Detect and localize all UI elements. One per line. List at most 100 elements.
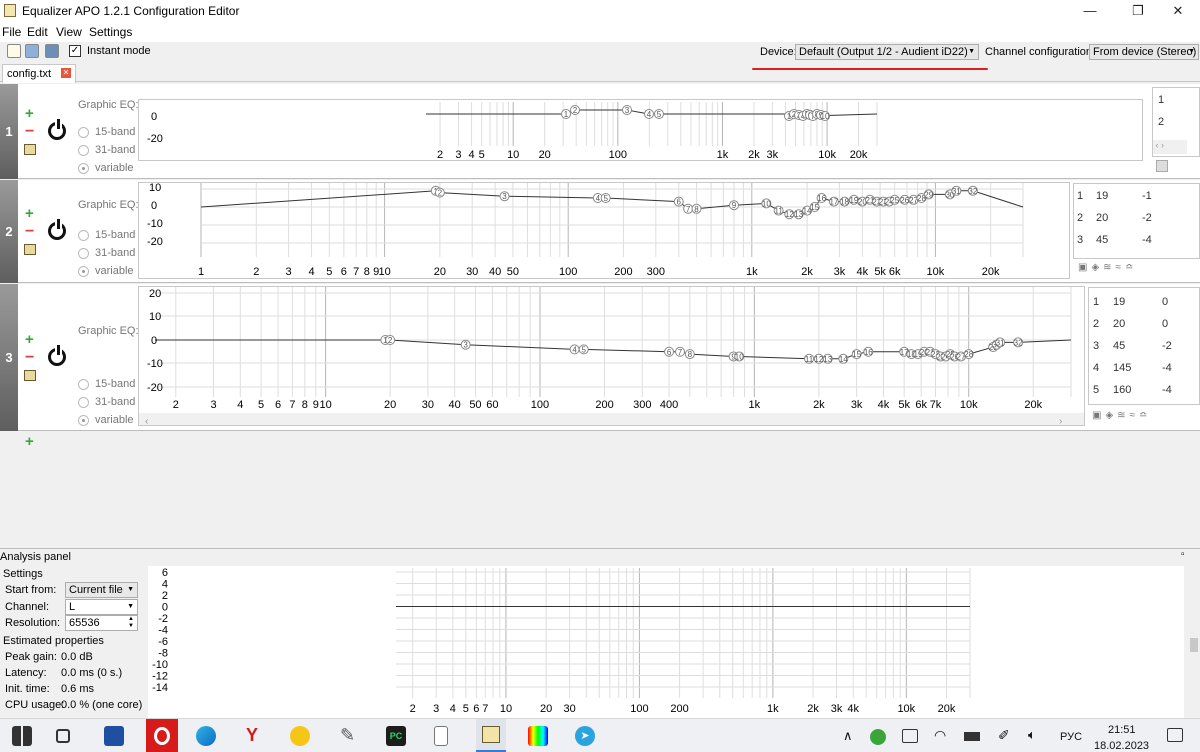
remove-filter-icon[interactable]: − <box>25 124 34 140</box>
scrollbar-v[interactable] <box>1188 566 1200 718</box>
power-icon[interactable] <box>48 219 66 240</box>
language-indicator[interactable]: РУС <box>1060 731 1082 743</box>
remove-filter-icon[interactable]: − <box>25 224 34 240</box>
table-tool-icons[interactable]: ▣◈≋≈≏ <box>1078 262 1188 274</box>
device-select[interactable]: Default (Output 1/2 - Audient iD22) ▼ <box>795 44 979 60</box>
eq-graph-3[interactable]: 1234567891011121314151617181920212223242… <box>138 286 1085 426</box>
menu-view[interactable]: View <box>56 25 82 39</box>
x-tick: 1 <box>198 266 204 278</box>
notification-icon[interactable] <box>1167 728 1183 742</box>
feather-icon[interactable]: ✎ <box>340 725 355 746</box>
chevron-up-icon[interactable]: ∧ <box>843 728 853 744</box>
new-file-icon[interactable] <box>7 44 21 58</box>
add-filter-icon[interactable]: + <box>25 106 34 121</box>
channel-config-select[interactable]: From device (Stereo) ▼ <box>1089 44 1199 60</box>
menu-edit[interactable]: Edit <box>27 25 48 39</box>
analysis-settings: Settings Start from: Current file ▼ Chan… <box>0 564 146 718</box>
radio-variable[interactable] <box>78 163 89 174</box>
add-filter-icon[interactable]: + <box>25 206 34 221</box>
wifi-icon[interactable]: ◠ <box>934 727 946 744</box>
remove-filter-icon[interactable]: − <box>25 350 34 366</box>
save-file-icon[interactable] <box>45 44 59 58</box>
tray-app-icon[interactable] <box>870 729 886 745</box>
spin-arrows-icon[interactable]: ▲ ▼ <box>128 616 134 630</box>
x-tick: 10k <box>927 266 945 278</box>
add-filter-icon[interactable]: + <box>25 332 34 347</box>
tab-bar: config.txt ✕ <box>0 62 1200 83</box>
eq-graph-2[interactable]: 1234567891011121314151617181920212223242… <box>138 182 1070 279</box>
close-icon[interactable]: ✕ <box>61 68 71 78</box>
volume-icon[interactable]: 🔈︎ <box>1028 727 1036 743</box>
tab-config[interactable]: config.txt ✕ <box>2 64 76 83</box>
band-table-3[interactable]: 1 19 0 2 20 0 3 45 -2 4 145 -4 5 160 -4 <box>1088 287 1200 405</box>
photo-app-icon[interactable] <box>528 726 548 746</box>
eq-graph-1[interactable]: 1234512345678910 0 -20 234510201001k2k3k… <box>138 99 1143 161</box>
add-filter-icon[interactable]: + <box>25 434 34 449</box>
band-table-2[interactable]: 1 19 -1 2 20 -2 3 45 -4 <box>1073 183 1200 259</box>
resolution-spinbox[interactable]: 65536 ▲ ▼ <box>65 615 138 631</box>
close-button[interactable]: ✕ <box>1156 0 1200 22</box>
power-icon[interactable] <box>48 119 66 140</box>
task-view-icon[interactable] <box>56 729 70 743</box>
open-file-icon[interactable] <box>25 44 39 58</box>
clock-date[interactable]: 18.02.2023 <box>1094 740 1149 752</box>
edit-icon[interactable] <box>24 370 36 381</box>
band-table-1[interactable]: 1 2 ‹ › <box>1152 87 1200 157</box>
notepad-icon[interactable] <box>476 719 506 752</box>
battery-icon[interactable] <box>964 732 980 741</box>
windows-start-icon[interactable] <box>12 726 32 746</box>
file-icon[interactable] <box>434 726 448 746</box>
analysis-graph[interactable]: 6420-2-4-6-8-10-12-14 2 3 4 5 6 7 10 20 30 100 200… <box>148 566 1184 718</box>
table-cell: -2 <box>1162 340 1172 352</box>
power-icon[interactable] <box>48 345 66 366</box>
pycharm-icon[interactable]: PC <box>386 726 406 746</box>
lock-icon[interactable] <box>1156 160 1168 172</box>
edge-icon[interactable] <box>196 726 216 746</box>
radio-15-band[interactable] <box>78 379 89 390</box>
clock-time[interactable]: 21:51 <box>1108 724 1136 736</box>
yandex-icon[interactable]: Y <box>246 725 258 746</box>
instant-mode-checkbox[interactable]: ✓ <box>69 45 81 57</box>
radio-31-band[interactable] <box>78 248 89 259</box>
eq-node-label: 2 <box>438 189 443 198</box>
menu-file[interactable]: File <box>2 25 21 39</box>
scroll-left-icon[interactable]: ‹ <box>145 416 148 426</box>
eq-node-label: 15 <box>852 350 861 359</box>
edit-icon[interactable] <box>24 144 36 155</box>
radio-variable[interactable] <box>78 415 89 426</box>
scrollbar-h[interactable]: ‹ › <box>1153 140 1187 154</box>
scrollbar-h[interactable] <box>139 413 1085 426</box>
x-tick: 20 <box>434 266 446 278</box>
radio-15-band[interactable] <box>78 127 89 138</box>
scroll-right-icon[interactable]: › <box>1059 416 1062 426</box>
save-app-icon[interactable] <box>104 726 124 746</box>
radio-variable-label: variable <box>95 265 134 277</box>
x-tick: 6k <box>889 266 901 278</box>
opera-icon[interactable] <box>146 719 178 752</box>
radio-15-band[interactable] <box>78 230 89 241</box>
eq-node-label: 6 <box>667 348 672 357</box>
x-tick: 400 <box>660 399 678 411</box>
start-from-select[interactable]: Current file ▼ <box>65 582 138 598</box>
eq-node-label: 32 <box>968 187 977 196</box>
menu-settings[interactable]: Settings <box>89 25 132 39</box>
radio-variable[interactable] <box>78 266 89 277</box>
taskbar: Y ✎ PC ➤ ∧ ◠ ✐ 🔈︎ РУС 21:51 18.02.2023 <box>0 718 1200 752</box>
undock-icon[interactable]: ▫ <box>1181 549 1185 560</box>
tray-monitor-icon[interactable] <box>902 729 918 743</box>
telegram-icon[interactable]: ➤ <box>575 726 595 746</box>
eq-node-label: 31 <box>996 338 1005 347</box>
eq-node-label: 16 <box>817 194 826 203</box>
warning-app-icon[interactable] <box>290 726 310 746</box>
radio-31-band[interactable] <box>78 397 89 408</box>
x-tick: 2 <box>173 399 179 411</box>
edit-icon[interactable] <box>24 244 36 255</box>
pen-icon[interactable]: ✐ <box>998 727 1010 744</box>
table-tool-icons[interactable]: ▣◈≋≈≏ <box>1092 410 1200 422</box>
maximize-button[interactable]: ❐ <box>1116 0 1160 22</box>
channel-select[interactable]: L ▼ <box>65 599 138 615</box>
table-cell: 19 <box>1113 296 1126 308</box>
radio-31-band[interactable] <box>78 145 89 156</box>
minimize-button[interactable]: — <box>1068 0 1112 22</box>
x-tick: 200 <box>614 266 632 278</box>
